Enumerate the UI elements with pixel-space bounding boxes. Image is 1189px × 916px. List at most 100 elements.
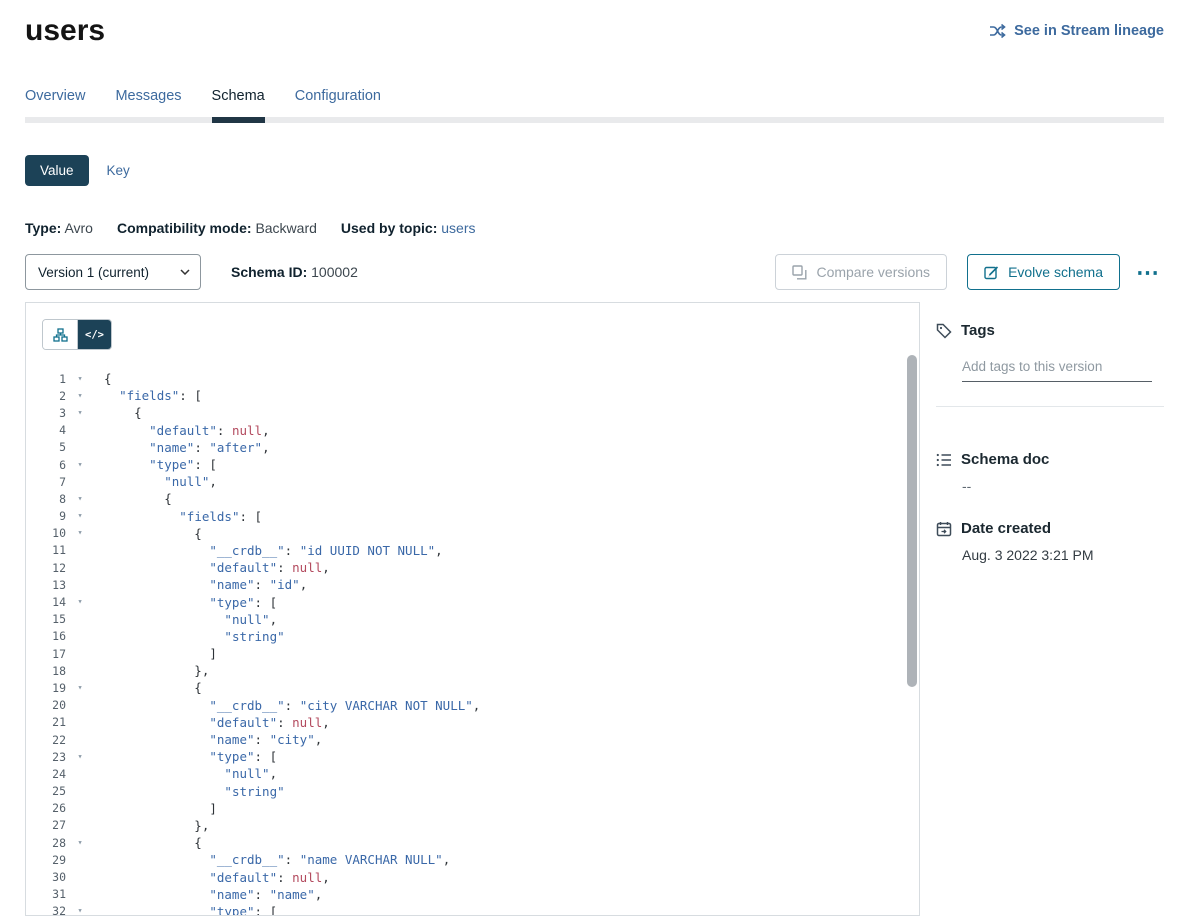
code-line[interactable]: 16 "string" bbox=[26, 628, 919, 645]
more-options-button[interactable]: ⋯ bbox=[1132, 261, 1164, 284]
code-line[interactable]: 12 "default": null, bbox=[26, 559, 919, 576]
schema-id-label: Schema ID: bbox=[231, 264, 307, 280]
code-line[interactable]: 1▾{ bbox=[26, 370, 919, 387]
code-line[interactable]: 21 "default": null, bbox=[26, 714, 919, 731]
version-select-value: Version 1 (current) bbox=[38, 265, 149, 280]
line-number: 24 bbox=[26, 767, 66, 781]
fold-arrow-icon[interactable]: ▾ bbox=[73, 374, 87, 384]
version-select[interactable]: Version 1 (current) bbox=[25, 254, 201, 290]
code-text: "type": [ bbox=[104, 904, 277, 916]
code-lines[interactable]: 1▾{2▾ "fields": [ 3 ▾ {4 "default": null,5… bbox=[26, 370, 919, 916]
line-number: 8 bbox=[26, 492, 66, 506]
code-view-toggle-button[interactable]: </> bbox=[77, 320, 111, 349]
fold-arrow-icon[interactable]: ▾ bbox=[73, 683, 87, 693]
code-line[interactable]: 30 "default": null, bbox=[26, 868, 919, 885]
code-line[interactable]: 17 ] bbox=[26, 645, 919, 662]
line-number: 7 bbox=[26, 475, 66, 489]
code-line[interactable]: 13 "name": "id", bbox=[26, 576, 919, 593]
meta-compatibility: Compatibility mode: Backward bbox=[117, 220, 317, 236]
code-line[interactable]: 5 "name": "after", bbox=[26, 439, 919, 456]
line-number: 28 bbox=[26, 836, 66, 850]
schema-doc-value: -- bbox=[962, 478, 1164, 494]
line-number: 13 bbox=[26, 578, 66, 592]
topic-link[interactable]: users bbox=[441, 220, 475, 236]
line-number: 25 bbox=[26, 784, 66, 798]
version-bar: Version 1 (current) Schema ID: 100002 Co… bbox=[25, 254, 1164, 290]
code-line[interactable]: 22 "name": "city", bbox=[26, 731, 919, 748]
code-line[interactable]: 15 "null", bbox=[26, 611, 919, 628]
code-line[interactable]: 3▾ { bbox=[26, 404, 919, 421]
stream-lineage-link-label: See in Stream lineage bbox=[1014, 23, 1164, 39]
code-line[interactable]: 4 "default": null, bbox=[26, 422, 919, 439]
code-text: { bbox=[104, 491, 172, 506]
code-line[interactable]: 32 ▾ "type": [ bbox=[26, 903, 919, 916]
type-label: Type: bbox=[25, 220, 61, 236]
code-line[interactable]: 25 "string" bbox=[26, 783, 919, 800]
fold-arrow-icon[interactable]: ▾ bbox=[73, 460, 87, 470]
fold-arrow-icon[interactable]: ▾ bbox=[73, 494, 87, 504]
compatibility-mode-label: Compatibility mode: bbox=[117, 220, 252, 236]
line-number: 15 bbox=[26, 612, 66, 626]
stream-lineage-link[interactable]: See in Stream lineage bbox=[989, 23, 1164, 39]
fold-arrow-icon[interactable]: ▾ bbox=[73, 408, 87, 418]
line-number: 3 bbox=[26, 406, 66, 420]
schema-editor-panel: </> 1▾{2▾ "fields": [ 3 ▾ {4 "default": nu… bbox=[25, 302, 920, 916]
code-text: ] bbox=[104, 801, 217, 816]
line-number: 11 bbox=[26, 543, 66, 557]
schema-content: </> 1▾{2▾ "fields": [ 3 ▾ {4 "default": nu… bbox=[25, 302, 1164, 916]
code-line[interactable]: 8 ▾ { bbox=[26, 490, 919, 507]
tab-overview[interactable]: Overview bbox=[25, 88, 85, 117]
code-line[interactable]: 10▾ { bbox=[26, 525, 919, 542]
code-line[interactable]: 2▾ "fields": [ bbox=[26, 387, 919, 404]
line-number: 12 bbox=[26, 561, 66, 575]
tags-input[interactable] bbox=[962, 355, 1152, 382]
tag-icon bbox=[936, 323, 952, 339]
line-number: 27 bbox=[26, 818, 66, 832]
tab-schema[interactable]: Schema bbox=[212, 88, 265, 117]
line-number: 31 bbox=[26, 887, 66, 901]
code-line[interactable]: 19▾ { bbox=[26, 679, 919, 696]
tab-messages[interactable]: Messages bbox=[115, 88, 181, 117]
code-line[interactable]: 11 "__crdb__": "id UUID NOT NULL", bbox=[26, 542, 919, 559]
code-line[interactable]: 7 "null", bbox=[26, 473, 919, 490]
evolve-schema-button[interactable]: Evolve schema bbox=[967, 254, 1120, 290]
tree-view-toggle-button[interactable] bbox=[43, 320, 77, 349]
code-line[interactable]: 26 ] bbox=[26, 800, 919, 817]
code-line[interactable]: 24 "null", bbox=[26, 765, 919, 782]
tab-configuration[interactable]: Configuration bbox=[295, 88, 381, 117]
fold-arrow-icon[interactable]: ▾ bbox=[73, 511, 87, 521]
compare-versions-button[interactable]: Compare versions bbox=[775, 254, 947, 290]
code-text: "name": "after", bbox=[104, 440, 270, 455]
key-toggle-button[interactable]: Key bbox=[101, 155, 136, 186]
line-number: 23 bbox=[26, 750, 66, 764]
code-text: "null", bbox=[104, 766, 277, 781]
fold-arrow-icon[interactable]: ▾ bbox=[73, 597, 87, 607]
code-line[interactable]: 14▾ "type": [ bbox=[26, 593, 919, 610]
schema-page: users See in Stream lineage Overview Mes… bbox=[0, 0, 1189, 916]
code-line[interactable]: 27 }, bbox=[26, 817, 919, 834]
value-key-toggle: Value Key bbox=[25, 155, 1164, 186]
calendar-icon bbox=[936, 521, 952, 537]
fold-arrow-icon[interactable]: ▾ bbox=[73, 391, 87, 401]
compare-versions-icon bbox=[792, 265, 807, 280]
code-line[interactable]: 18 }, bbox=[26, 662, 919, 679]
fold-arrow-icon[interactable]: ▾ bbox=[73, 752, 87, 762]
code-line[interactable]: 9▾ "fields": [ bbox=[26, 508, 919, 525]
line-number: 32 bbox=[26, 904, 66, 916]
code-line[interactable]: 28▾ { bbox=[26, 834, 919, 851]
chevron-down-icon bbox=[180, 269, 190, 275]
editor-scrollbar bbox=[907, 353, 917, 913]
code-line[interactable]: 20 "__crdb__": "city VARCHAR NOT NULL", bbox=[26, 697, 919, 714]
fold-arrow-icon[interactable]: ▾ bbox=[73, 906, 87, 916]
code-line[interactable]: 29 "__crdb__": "name VARCHAR NULL", bbox=[26, 851, 919, 868]
tree-view-icon bbox=[53, 328, 68, 342]
code-line[interactable]: 31 "name": "name", bbox=[26, 886, 919, 903]
line-number: 5 bbox=[26, 440, 66, 454]
value-toggle-button[interactable]: Value bbox=[25, 155, 89, 186]
code-line[interactable]: 6▾ "type": [ bbox=[26, 456, 919, 473]
fold-arrow-icon[interactable]: ▾ bbox=[73, 528, 87, 538]
scrollbar-thumb[interactable] bbox=[907, 355, 917, 687]
code-line[interactable]: 23▾ "type": [ bbox=[26, 748, 919, 765]
page-header: users See in Stream lineage bbox=[25, 14, 1164, 48]
fold-arrow-icon[interactable]: ▾ bbox=[73, 838, 87, 848]
